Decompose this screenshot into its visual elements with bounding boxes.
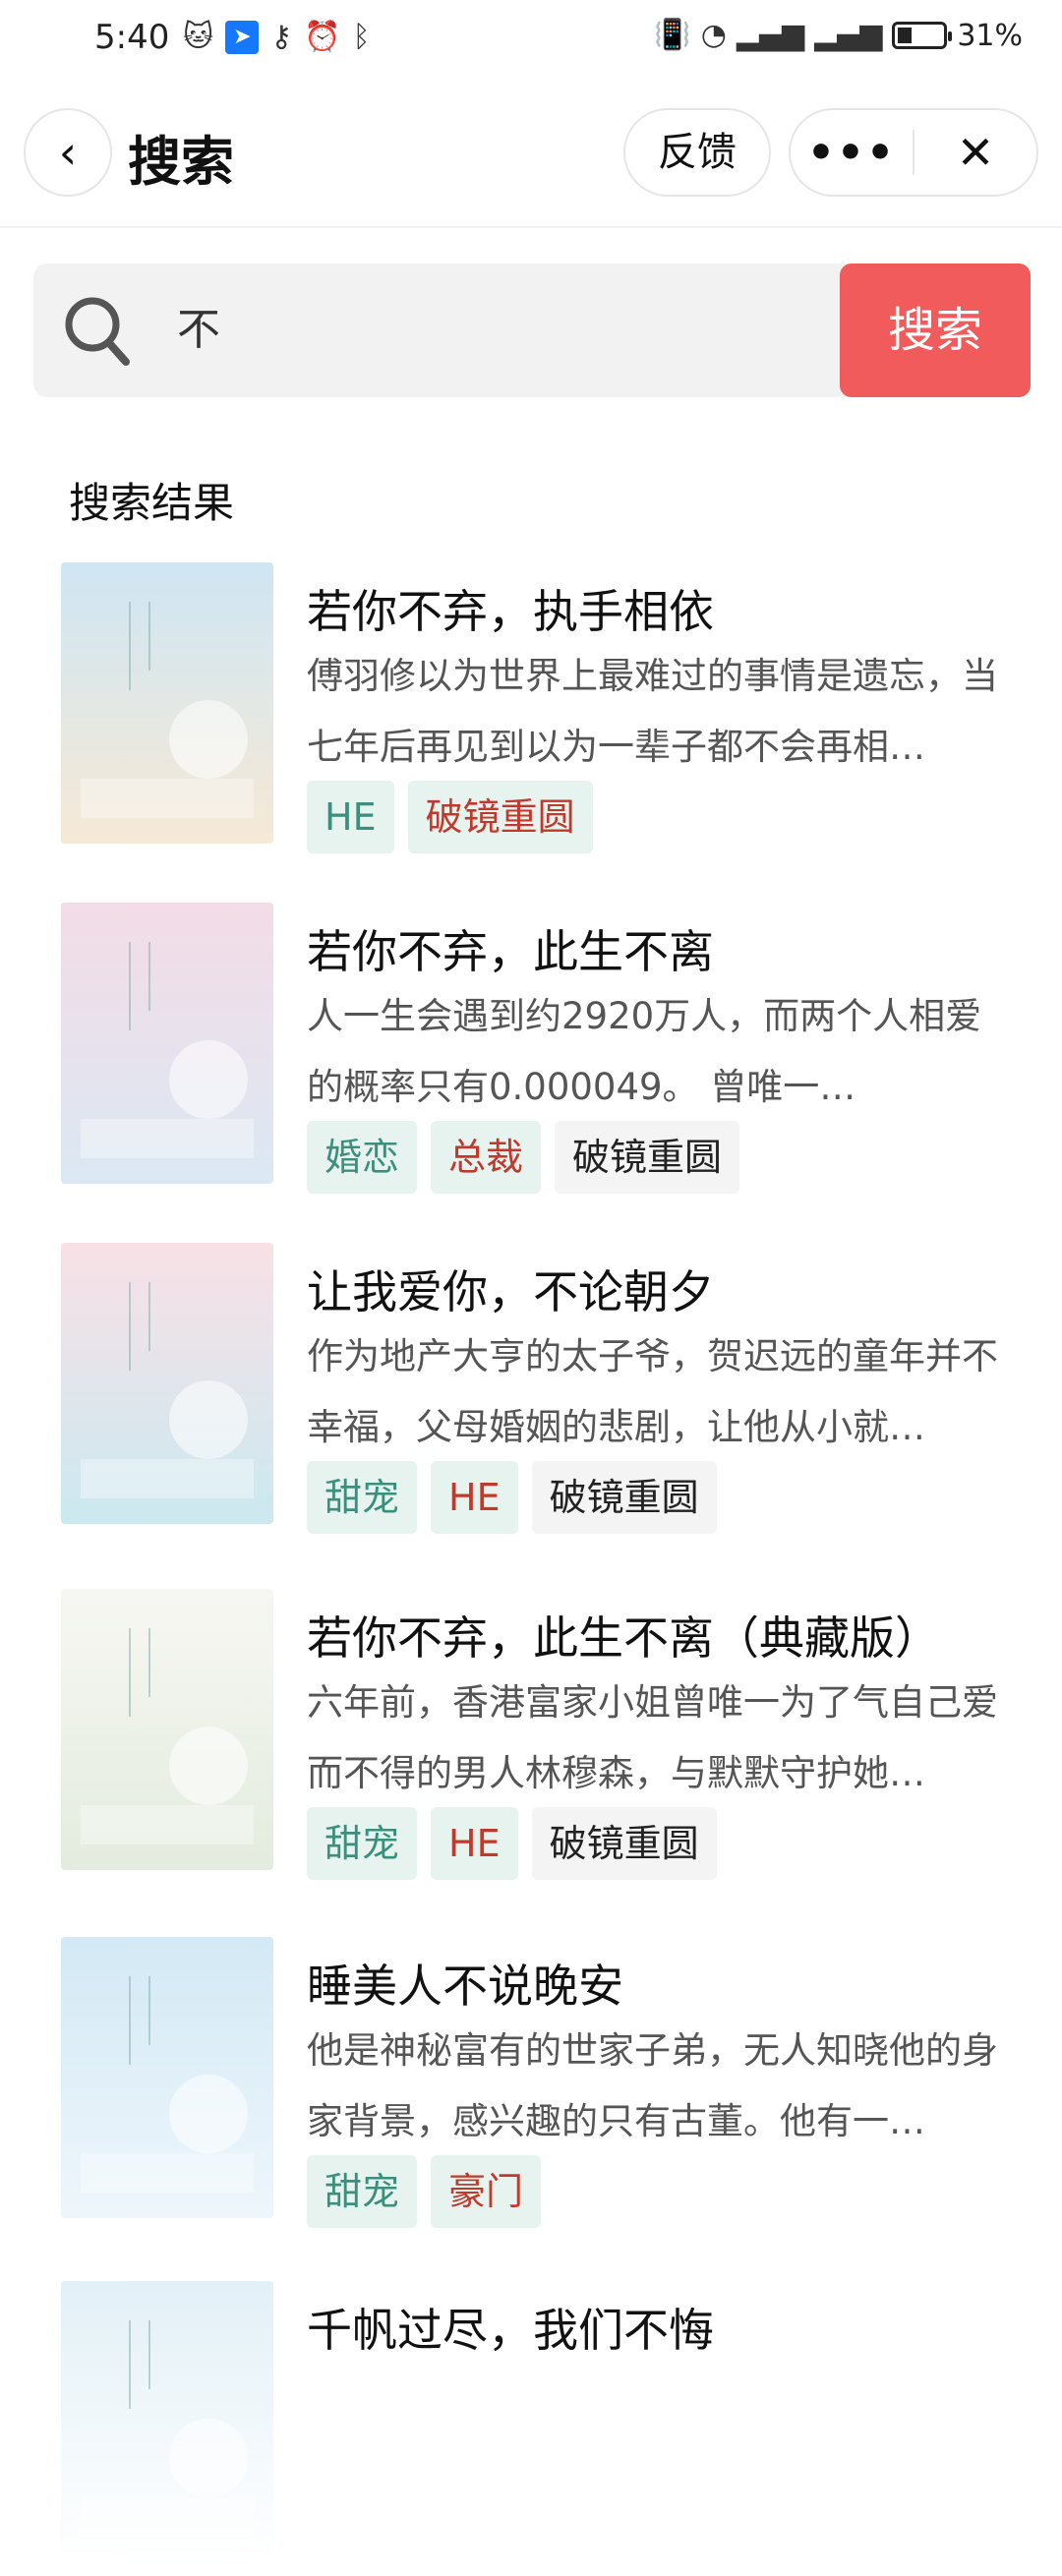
battery-percent: 31% (957, 18, 1023, 53)
result-item[interactable]: 若你不弃，此生不离（典藏版） 六年前，香港富家小姐曾唯一为了气自己爱而不得的男人林… (59, 1589, 1023, 1884)
book-description: 六年前，香港富家小姐曾唯一为了气自己爱而不得的男人林穆森，与默默守护她… (307, 1681, 998, 1794)
search-button[interactable]: 搜索 (840, 263, 1031, 397)
search-icon (65, 297, 130, 366)
tag-badge: 甜宠 (307, 1461, 418, 1534)
tag-list: HE 破镜重圆 (307, 781, 593, 853)
status-left-icons: 🐱 ➤ ⚷ ⏰ ᛒ (183, 20, 371, 55)
book-title: 若你不弃，此生不离 (307, 925, 714, 978)
mini-program-capsule: ••• ✕ (789, 108, 1038, 197)
search-input[interactable] (177, 263, 856, 397)
status-time: 5:40 (94, 18, 170, 57)
bluetooth-icon: ᛒ (352, 20, 371, 54)
tag-badge: HE (431, 1461, 518, 1534)
book-title: 让我爱你，不论朝夕 (307, 1265, 714, 1318)
tag-list: 婚恋 总裁 破镜重圆 (307, 1121, 740, 1194)
result-item[interactable]: 若你不弃，此生不离人一生会遇到约2920万人，而两个人相爱的概率只有0.0000… (59, 903, 1023, 1198)
more-button[interactable]: ••• (791, 128, 913, 178)
tag-badge: 甜宠 (307, 1807, 418, 1880)
book-title: 睡美人不说晚安 (307, 1960, 623, 2013)
page-title: 搜索 (128, 131, 234, 193)
header-divider (0, 226, 1062, 228)
book-cover-image (61, 2281, 273, 2562)
tag-list: 甜宠 HE 破镜重圆 (307, 1461, 717, 1534)
result-item[interactable]: 若你不弃，执手相依傅羽修以为世界上最难过的事情是遗忘，当七年后再见到以为一辈子都… (59, 562, 1023, 857)
tag-badge: HE (307, 781, 394, 853)
book-cover-image (61, 562, 273, 844)
chevron-left-icon: ‹ (58, 126, 78, 179)
tag-badge: HE (431, 1807, 518, 1880)
result-item[interactable]: 睡美人不说晚安他是神秘富有的世家子弟，无人知晓他的身家背景，感兴趣的只有古董。他… (59, 1937, 1023, 2232)
status-bar: 5:40 🐱 ➤ ⚷ ⏰ ᛒ 📳 ◔ ▂▄▆ ▂▄▆ 31% (0, 0, 1062, 79)
tag-badge: 破镜重圆 (531, 1461, 717, 1534)
top-nav: ‹ 搜索 反馈 ••• ✕ (0, 98, 1062, 216)
book-cover-image (61, 1589, 273, 1870)
close-button[interactable]: ✕ (914, 126, 1036, 179)
tag-badge: 破镜重圆 (555, 1121, 740, 1194)
tag-badge: 婚恋 (307, 1121, 418, 1194)
signal-4g-icon: ▂▄▆ (736, 18, 805, 52)
tag-badge: 总裁 (431, 1121, 542, 1194)
tag-badge: 破镜重圆 (531, 1807, 717, 1880)
key-icon: ⚷ (270, 20, 293, 54)
book-title: 若你不弃，执手相依 (307, 585, 714, 638)
tag-list: 甜宠 豪门 (307, 2155, 542, 2228)
book-description: 傅羽修以为世界上最难过的事情是遗忘，当七年后再见到以为一辈子都不会再相… (307, 655, 998, 768)
wifi-icon: ◔ (700, 18, 727, 52)
alarm-icon: ⏰ (304, 20, 341, 54)
book-description: 人一生会遇到约2920万人，而两个人相爱的概率只有0.000049。 曾唯一… (307, 995, 982, 1108)
tag-badge: 甜宠 (307, 2155, 418, 2228)
tag-badge: 豪门 (431, 2155, 542, 2228)
status-right-icons: 📳 ◔ ▂▄▆ ▂▄▆ 31% (654, 18, 1023, 53)
book-title: 若你不弃，此生不离（典藏版） (307, 1611, 940, 1665)
book-cover-image (61, 903, 273, 1184)
search-bar: 搜索 (33, 263, 1031, 397)
result-item[interactable]: 千帆过尽，我们不悔 (59, 2281, 1023, 2576)
app-notification-icon: ➤ (225, 21, 260, 54)
tag-badge: 破镜重圆 (407, 781, 593, 853)
vibrate-icon: 📳 (654, 18, 691, 52)
section-title: 搜索结果 (69, 479, 235, 527)
cat-icon: 🐱 (183, 20, 214, 54)
signal-4g-icon-2: ▂▄▆ (814, 18, 883, 52)
book-description: 作为地产大亨的太子爷，贺迟远的童年并不幸福，父母婚姻的悲剧，让他从小就… (307, 1335, 998, 1448)
battery-icon (892, 22, 953, 49)
back-button[interactable]: ‹ (24, 108, 112, 197)
book-cover-image (61, 1937, 273, 2218)
book-description: 他是神秘富有的世家子弟，无人知晓他的身家背景，感兴趣的只有古董。他有一… (307, 2029, 998, 2142)
result-item[interactable]: 让我爱你，不论朝夕作为地产大亨的太子爷，贺迟远的童年并不幸福，父母婚姻的悲剧，让… (59, 1243, 1023, 1538)
tag-list: 甜宠 HE 破镜重圆 (307, 1807, 717, 1880)
book-cover-image (61, 1243, 273, 1524)
feedback-button[interactable]: 反馈 (623, 108, 771, 197)
book-title: 千帆过尽，我们不悔 (307, 2304, 714, 2357)
